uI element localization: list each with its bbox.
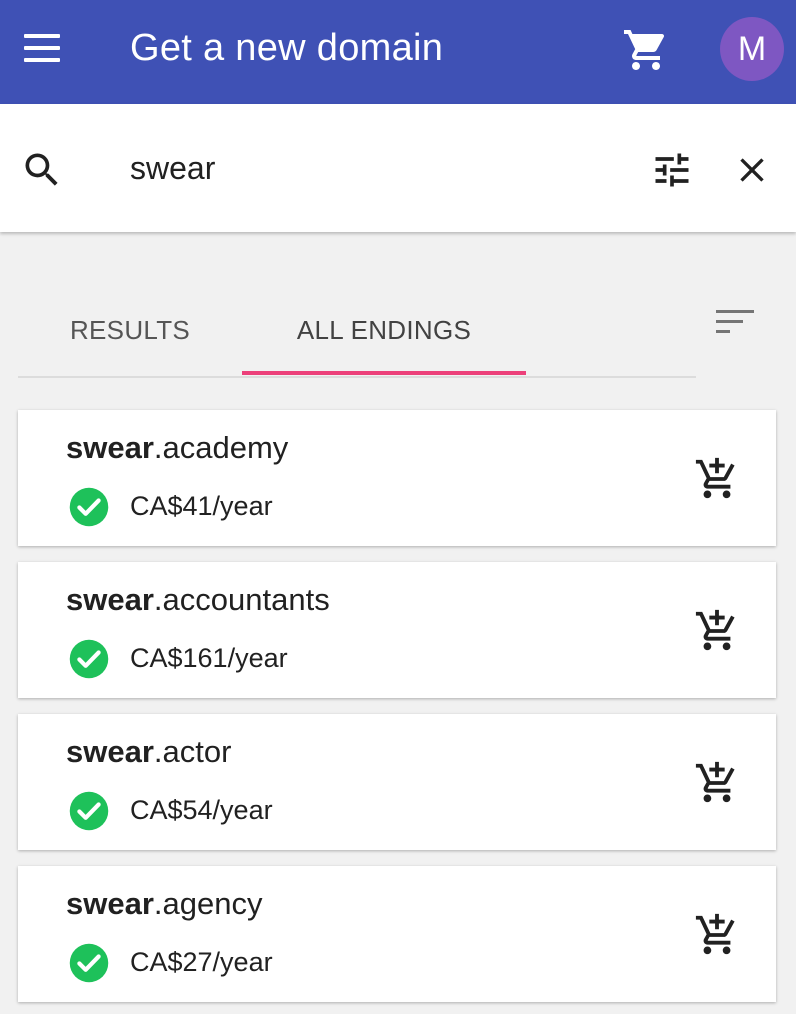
list-item[interactable]: swear.accountants CA$161/year — [18, 562, 776, 698]
cart-icon[interactable] — [622, 26, 670, 74]
check-circle-icon — [68, 486, 110, 528]
domain-keyword: swear — [66, 430, 154, 465]
domain-keyword: swear — [66, 886, 154, 921]
tab-bar: RESULTS ALL ENDINGS — [18, 290, 696, 378]
domain-name: swear.agency — [66, 884, 262, 924]
close-icon[interactable] — [732, 150, 772, 190]
tab-all-endings[interactable]: ALL ENDINGS — [242, 310, 526, 350]
add-to-cart-icon[interactable] — [694, 760, 740, 806]
sort-icon[interactable] — [714, 306, 758, 338]
app-bar: Get a new domain M — [0, 0, 796, 104]
list-item[interactable]: swear.actor CA$54/year — [18, 714, 776, 850]
domain-name: swear.academy — [66, 428, 288, 468]
list-item[interactable]: swear.academy CA$41/year — [18, 410, 776, 546]
domain-ending: .actor — [153, 734, 232, 769]
domain-keyword: swear — [66, 582, 154, 617]
page-title: Get a new domain — [130, 27, 444, 69]
menu-icon[interactable] — [22, 32, 62, 64]
list-item[interactable]: swear.agency CA$27/year — [18, 866, 776, 1002]
tab-results[interactable]: RESULTS — [18, 310, 242, 350]
domain-ending: .academy — [153, 430, 289, 465]
search-icon — [20, 148, 64, 192]
price-text: CA$41/year — [130, 491, 273, 521]
price-text: CA$54/year — [130, 795, 273, 825]
price-text: CA$161/year — [130, 643, 288, 673]
active-tab-indicator — [242, 371, 526, 375]
tune-icon[interactable] — [650, 148, 694, 192]
add-to-cart-icon[interactable] — [694, 912, 740, 958]
search-bar — [0, 104, 796, 232]
domain-name: swear.actor — [66, 732, 231, 772]
domain-ending: .agency — [153, 886, 263, 921]
price-text: CA$27/year — [130, 947, 273, 977]
add-to-cart-icon[interactable] — [694, 608, 740, 654]
domain-keyword: swear — [66, 734, 154, 769]
domain-ending: .accountants — [153, 582, 330, 617]
search-input[interactable] — [130, 148, 610, 188]
add-to-cart-icon[interactable] — [694, 456, 740, 502]
domain-name: swear.accountants — [66, 580, 330, 620]
avatar[interactable]: M — [720, 17, 784, 81]
check-circle-icon — [68, 942, 110, 984]
check-circle-icon — [68, 638, 110, 680]
check-circle-icon — [68, 790, 110, 832]
